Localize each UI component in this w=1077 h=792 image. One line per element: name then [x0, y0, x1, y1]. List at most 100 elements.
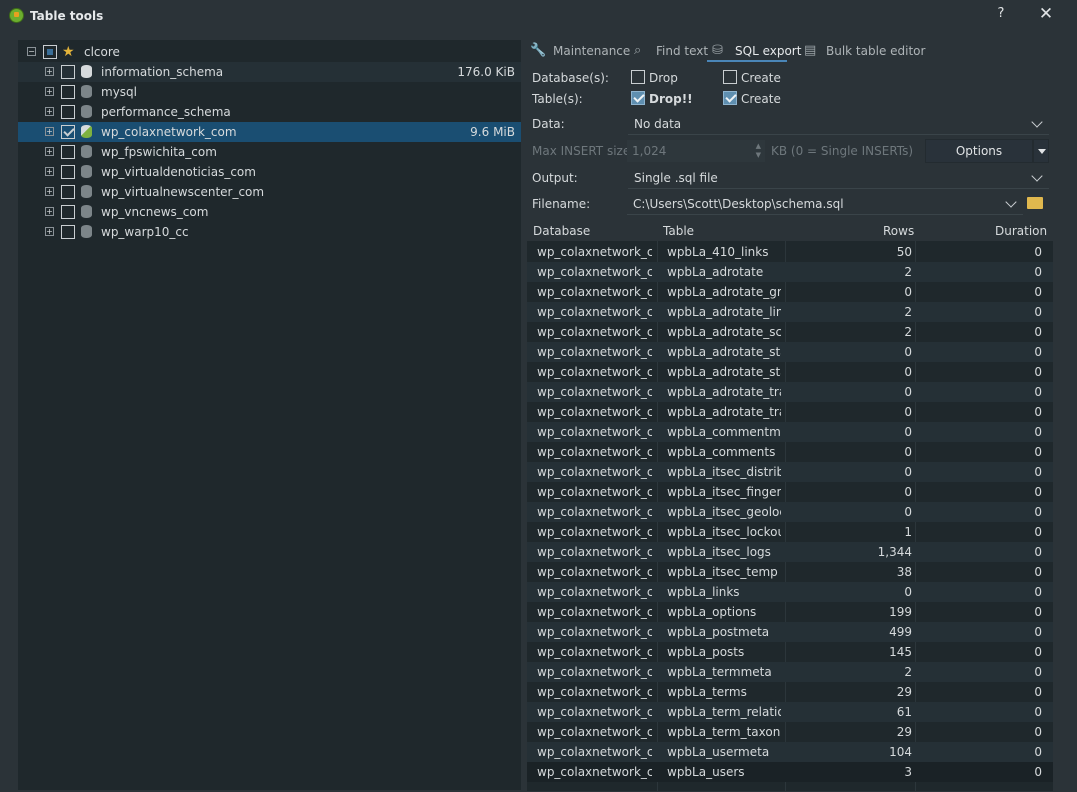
expand-icon[interactable]: +: [45, 227, 54, 236]
expand-icon[interactable]: +: [45, 127, 54, 136]
cell-table: wpbLa_term_relatio...: [667, 705, 781, 719]
table-row[interactable]: wp_colaxnetwork_c... wpbLa_itsec_temp 38 0: [527, 562, 1053, 582]
binoculars-icon: ⌕: [634, 43, 642, 58]
collapse-icon[interactable]: −: [27, 47, 36, 56]
cell-table: wpbLa_adrotate_sc...: [667, 325, 781, 339]
table-row[interactable]: wp_colaxnetwork_c... wpbLa_adrotate_sc...…: [527, 322, 1053, 342]
star-icon: ★: [62, 44, 75, 60]
cell-table: wpbLa_links: [667, 585, 740, 599]
table-row[interactable]: wp_colaxnetwork_c... wpbLa_itsec_finger..…: [527, 482, 1053, 502]
table-row[interactable]: wp_colaxnetwork_c... wpbLa_itsec_lockouts…: [527, 522, 1053, 542]
database-icon: [81, 205, 92, 218]
tree-item[interactable]: + wp_warp10_cc: [18, 222, 521, 242]
table-row[interactable]: wp_colaxnetwork_c... wpbLa_options 199 0: [527, 602, 1053, 622]
tree-item-label: wp_colaxnetwork_com: [101, 125, 237, 139]
table-row[interactable]: wp_colaxnetwork_c... wpbLa_adrotate_tra..…: [527, 402, 1053, 422]
cell-table: wpbLa_commentm...: [667, 425, 781, 439]
drop-database-checkbox[interactable]: [631, 70, 645, 84]
table-row[interactable]: wp_colaxnetwork_c... wpbLa_users 3 0: [527, 762, 1053, 782]
tree-item-checkbox[interactable]: [61, 85, 75, 99]
expand-icon[interactable]: +: [45, 107, 54, 116]
stepper-up-icon[interactable]: ▲: [756, 142, 761, 150]
tree-item-checkbox[interactable]: [61, 225, 75, 239]
tab-sql-export[interactable]: SQL export: [735, 44, 801, 58]
options-button[interactable]: Options: [925, 139, 1033, 163]
stepper-down-icon[interactable]: ▼: [756, 151, 761, 159]
tree-item[interactable]: + information_schema 176.0 KiB: [18, 62, 521, 82]
tree-item[interactable]: + performance_schema: [18, 102, 521, 122]
table-row[interactable]: wp_colaxnetwork_c... wpbLa_comments 0 0: [527, 442, 1053, 462]
options-dropdown-button[interactable]: [1033, 139, 1049, 163]
results-grid[interactable]: Database Table Rows Duration wp_colaxnet…: [527, 221, 1053, 791]
column-header-rows[interactable]: Rows: [883, 224, 914, 238]
expand-icon[interactable]: +: [45, 187, 54, 196]
cell-duration: 0: [1034, 565, 1042, 579]
cell-rows: 0: [904, 405, 912, 419]
table-row[interactable]: wp_colaxnetwork_c... wpbLa_posts 145 0: [527, 642, 1053, 662]
tree-item-checkbox[interactable]: [61, 65, 75, 79]
table-row[interactable]: wp_colaxnetwork_c... wpbLa_termmeta 2 0: [527, 662, 1053, 682]
expand-icon[interactable]: +: [45, 67, 54, 76]
create-database-checkbox[interactable]: [723, 70, 737, 84]
cell-duration: 0: [1034, 365, 1042, 379]
tab-bulk-table-editor[interactable]: Bulk table editor: [826, 44, 925, 58]
tab-find-text[interactable]: Find text: [656, 44, 708, 58]
tree-root-row[interactable]: − ★ clcore: [18, 42, 521, 62]
database-tree[interactable]: − ★ clcore + information_schema 176.0 Ki…: [18, 40, 521, 790]
table-row[interactable]: wp_colaxnetwork_c... wpbLa_adrotate_sta..…: [527, 362, 1053, 382]
output-select[interactable]: Single .sql file: [628, 167, 1049, 189]
table-row[interactable]: wp_colaxnetwork_c... wpbLa_terms 29 0: [527, 682, 1053, 702]
drop-tables-checkbox[interactable]: [631, 91, 645, 105]
tree-item[interactable]: + mysql: [18, 82, 521, 102]
tree-item-checkbox[interactable]: [61, 165, 75, 179]
table-row[interactable]: wp_colaxnetwork_c... wpbLa_adrotate_tra..…: [527, 382, 1053, 402]
cell-table: wpbLa_adrotate_tra...: [667, 385, 781, 399]
expand-icon[interactable]: +: [45, 167, 54, 176]
tree-item-checkbox[interactable]: [61, 205, 75, 219]
column-header-database[interactable]: Database: [533, 224, 590, 238]
filename-input[interactable]: C:\Users\Scott\Desktop\schema.sql: [627, 193, 1023, 215]
table-row[interactable]: wp_colaxnetwork_c... wpbLa_adrotate 2 0: [527, 262, 1053, 282]
tree-item-checkbox[interactable]: [61, 105, 75, 119]
data-select[interactable]: No data: [628, 113, 1049, 135]
cell-duration: 0: [1034, 685, 1042, 699]
table-row[interactable]: wp_colaxnetwork_c... wpbLa_adrotate_lin..…: [527, 302, 1053, 322]
expand-icon[interactable]: +: [45, 147, 54, 156]
expand-icon[interactable]: +: [45, 87, 54, 96]
cell-rows: 0: [904, 365, 912, 379]
close-button[interactable]: ✕: [1036, 4, 1056, 26]
tree-item[interactable]: + wp_virtualdenoticias_com: [18, 162, 521, 182]
table-row[interactable]: wp_colaxnetwork_c... wpbLa_term_taxono...…: [527, 722, 1053, 742]
table-row[interactable]: wp_colaxnetwork_c... wpbLa_postmeta 499 0: [527, 622, 1053, 642]
tab-maintenance[interactable]: Maintenance: [553, 44, 630, 58]
column-header-table[interactable]: Table: [663, 224, 694, 238]
expand-icon[interactable]: +: [45, 207, 54, 216]
table-row[interactable]: wp_colaxnetwork_c... wpbLa_commentm... 0 0: [527, 422, 1053, 442]
cell-database: wp_colaxnetwork_c...: [537, 285, 652, 299]
max-insert-stepper[interactable]: 1,024 ▲ ▼: [627, 140, 765, 162]
column-header-duration[interactable]: Duration: [995, 224, 1047, 238]
tree-item-selected[interactable]: + wp_colaxnetwork_com 9.6 MiB: [18, 122, 521, 142]
help-button[interactable]: ?: [992, 6, 1010, 26]
table-row[interactable]: wp_colaxnetwork_c... wpbLa_itsec_distrib.…: [527, 462, 1053, 482]
tree-item[interactable]: + wp_fpswichita_com: [18, 142, 521, 162]
table-row[interactable]: wp_colaxnetwork_c... wpbLa_itsec_geoloc..…: [527, 502, 1053, 522]
cell-duration: 0: [1034, 385, 1042, 399]
tree-item[interactable]: + wp_vncnews_com: [18, 202, 521, 222]
table-row[interactable]: wp_colaxnetwork_c... wpbLa_links 0 0: [527, 582, 1053, 602]
grid-header: Database Table Rows Duration: [527, 221, 1053, 241]
table-row[interactable]: wp_colaxnetwork_c... wpbLa_adrotate_stats…: [527, 342, 1053, 362]
root-checkbox[interactable]: [43, 45, 57, 59]
cell-database: wp_colaxnetwork_c...: [537, 705, 652, 719]
browse-folder-button[interactable]: [1025, 194, 1047, 214]
table-row[interactable]: wp_colaxnetwork_c... wpbLa_adrotate_gr...…: [527, 282, 1053, 302]
table-row[interactable]: wp_colaxnetwork_c... wpbLa_term_relatio..…: [527, 702, 1053, 722]
create-tables-checkbox[interactable]: [723, 91, 737, 105]
table-row[interactable]: wp_colaxnetwork_c... wpbLa_410_links 50 0: [527, 242, 1053, 262]
tree-item[interactable]: + wp_virtualnewscenter_com: [18, 182, 521, 202]
tree-item-checkbox[interactable]: [61, 185, 75, 199]
table-row[interactable]: wp_colaxnetwork_c... wpbLa_itsec_logs 1,34…: [527, 542, 1053, 562]
tree-item-checkbox[interactable]: [61, 125, 75, 139]
table-row[interactable]: wp_colaxnetwork_c... wpbLa_usermeta 104 0: [527, 742, 1053, 762]
tree-item-checkbox[interactable]: [61, 145, 75, 159]
